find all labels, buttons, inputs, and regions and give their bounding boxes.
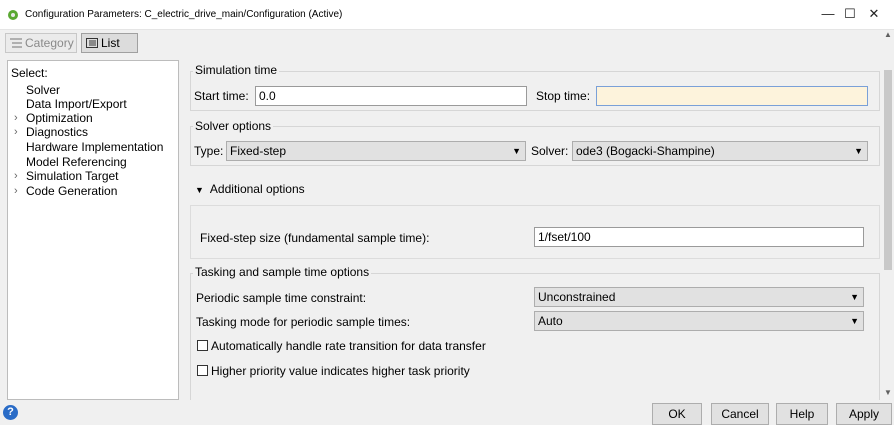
start-time-label: Start time: [194,89,249,103]
dropdown-arrow-icon: ▼ [850,316,859,326]
sidebar-item-code-generation[interactable]: › Code Generation [14,184,118,198]
auto-rate-transition-label: Automatically handle rate transition for… [211,339,486,353]
stop-time-label: Stop time: [536,89,591,103]
title-bar: Configuration Parameters: C_electric_dri… [0,0,894,30]
sidebar-item-simulation-target[interactable]: › Simulation Target [14,169,119,183]
solver-type-label: Type: [194,144,224,158]
stop-time-input[interactable] [596,86,868,106]
solver-value: ode3 (Bogacki-Shampine) [576,144,715,158]
expand-chevron-icon[interactable]: › [14,111,18,125]
solver-type-select[interactable]: Fixed-step ▼ [226,141,526,161]
category-list-panel: Select: Solver Data Import/Export › Opti… [7,60,179,400]
sidebar-item-hardware-implementation[interactable]: Hardware Implementation [26,140,163,154]
view-toolbar: Category List [0,30,894,58]
expand-chevron-icon[interactable]: › [14,169,18,183]
sidebar-item-label: Diagnostics [26,125,89,139]
dropdown-arrow-icon: ▼ [512,146,521,156]
sidebar-item-diagnostics[interactable]: › Diagnostics [14,125,89,139]
sidebar-item-label: Solver [26,83,61,97]
sidebar-item-label: Model Referencing [26,155,127,169]
tasking-group-label: Tasking and sample time options [193,265,372,279]
matlab-app-icon [8,10,18,20]
sidebar-item-optimization[interactable]: › Optimization [14,111,93,125]
close-button[interactable]: ✕ [864,5,884,25]
apply-button[interactable]: Apply [836,403,892,425]
collapse-triangle-icon: ▼ [195,185,204,195]
expand-chevron-icon[interactable]: › [14,184,18,198]
additional-options-label: Additional options [209,182,305,196]
solver-options-group-label: Solver options [193,119,274,133]
sidebar-item-label: Optimization [26,111,93,125]
additional-options-toggle[interactable]: ▼ Additional options [195,182,305,196]
sidebar-item-label: Simulation Target [26,169,119,183]
category-label: Category [25,36,74,50]
sidebar-item-label: Data Import/Export [26,97,127,111]
higher-priority-checkbox[interactable]: Higher priority value indicates higher t… [197,364,470,378]
sidebar-item-model-referencing[interactable]: Model Referencing [26,155,127,169]
periodic-constraint-value: Unconstrained [538,290,616,304]
tasking-mode-label: Tasking mode for periodic sample times: [196,315,411,329]
category-view-button[interactable]: Category [5,33,77,53]
list-icon [86,38,98,48]
fixed-step-size-label: Fixed-step size (fundamental sample time… [200,231,430,245]
dropdown-arrow-icon: ▼ [854,146,863,156]
expand-chevron-icon[interactable]: › [14,125,18,139]
start-time-input[interactable]: 0.0 [255,86,527,106]
list-view-button[interactable]: List [81,33,138,53]
scroll-down-arrow-icon[interactable]: ▼ [883,388,893,397]
maximize-button[interactable]: ☐ [840,5,860,25]
solver-settings-panel: Simulation time Start time: 0.0 Stop tim… [183,60,882,401]
dialog-button-bar: ? OK Cancel Help Apply [0,400,894,425]
sidebar-item-label: Code Generation [26,184,118,198]
sidebar-item-label: Hardware Implementation [26,140,164,154]
list-label: List [101,36,120,50]
sidebar-item-solver[interactable]: Solver [26,83,60,97]
cancel-button[interactable]: Cancel [711,403,769,425]
window-title: Configuration Parameters: C_electric_dri… [25,9,343,20]
dropdown-arrow-icon: ▼ [850,292,859,302]
tasking-mode-select[interactable]: Auto ▼ [534,311,864,331]
select-label: Select: [11,66,48,80]
periodic-constraint-label: Periodic sample time constraint: [196,291,367,305]
periodic-constraint-select[interactable]: Unconstrained ▼ [534,287,864,307]
help-question-icon[interactable]: ? [3,405,18,420]
higher-priority-label: Higher priority value indicates higher t… [211,364,470,378]
scrollbar-thumb[interactable] [884,70,892,270]
minimize-button[interactable]: — [818,5,838,25]
checkbox-unchecked-icon [197,365,208,376]
scroll-up-arrow-icon[interactable]: ▲ [883,30,893,39]
vertical-scrollbar[interactable]: ▲ ▼ [882,30,894,400]
sidebar-item-data-import-export[interactable]: Data Import/Export [26,97,127,111]
checkbox-unchecked-icon [197,340,208,351]
category-icon [10,38,22,48]
simulation-time-group-label: Simulation time [193,63,280,77]
solver-type-value: Fixed-step [230,144,287,158]
ok-button[interactable]: OK [652,403,702,425]
solver-label: Solver: [531,144,569,158]
tasking-mode-value: Auto [538,314,563,328]
auto-rate-transition-checkbox[interactable]: Automatically handle rate transition for… [197,339,486,353]
help-button[interactable]: Help [776,403,828,425]
solver-select[interactable]: ode3 (Bogacki-Shampine) ▼ [572,141,868,161]
fixed-step-size-input[interactable]: 1/fset/100 [534,227,864,247]
